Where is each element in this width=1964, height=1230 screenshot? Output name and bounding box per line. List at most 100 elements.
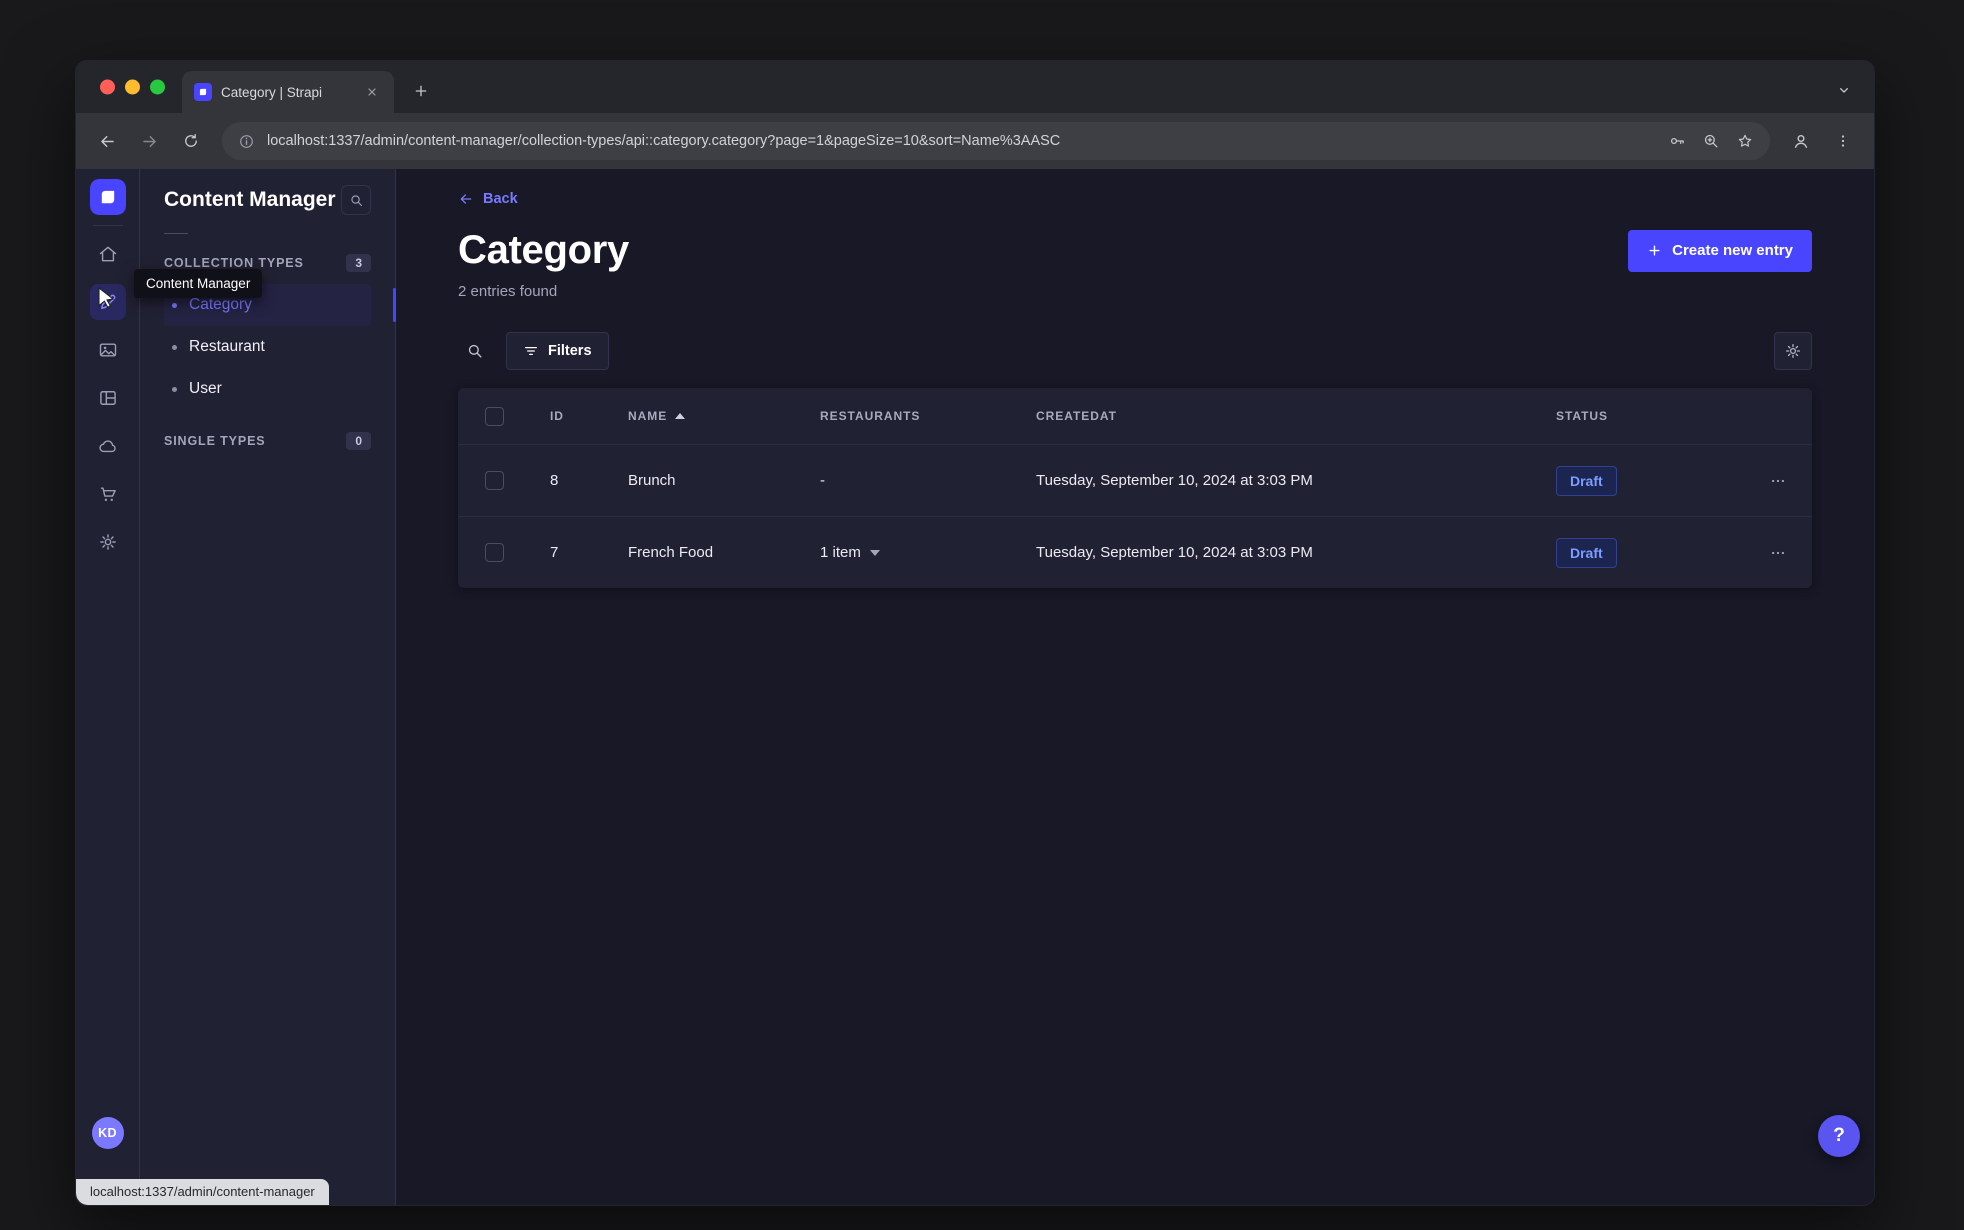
help-button[interactable]: ? [1818,1115,1860,1157]
sort-ascending-icon [675,413,686,419]
strapi-admin-app: KD Content Manager COLLECTION TYPES 3 Ca… [76,169,1874,1205]
relation-expand-button[interactable]: 1 item [820,544,880,561]
select-all-checkbox[interactable] [484,406,504,426]
column-header-createdat: CREATEDAT [1036,409,1117,423]
filter-icon [525,347,537,355]
fullscreen-window-button[interactable] [150,79,165,95]
nav-media-library-icon[interactable] [90,332,126,368]
new-tab-button[interactable] [406,76,436,106]
active-indicator [393,288,396,322]
tab-search-button[interactable] [1830,76,1858,104]
cell-createdat: Tuesday, September 10, 2024 at 3:03 PM [1036,472,1313,489]
view-settings-button[interactable] [1774,332,1812,370]
single-types-section: SINGLE TYPES 0 [164,432,371,450]
sidebar-item-label: Category [189,296,252,313]
sidebar-divider [164,233,188,234]
strapi-favicon-icon [194,83,212,101]
arrow-left-icon [460,194,472,204]
sidebar-item-restaurant[interactable]: Restaurant [164,326,371,368]
profile-button[interactable] [1782,122,1820,160]
url-bar[interactable]: localhost:1337/admin/content-manager/col… [222,122,1770,160]
column-header-status: STATUS [1556,409,1608,423]
minimize-window-button[interactable] [125,79,140,95]
content-manager-sidebar: Content Manager COLLECTION TYPES 3 Categ… [140,169,396,1205]
window-controls [100,79,165,95]
column-header-id[interactable]: ID [530,409,608,423]
status-badge: Draft [1556,465,1617,496]
bullet-icon [172,344,177,350]
bullet-icon [172,302,177,308]
nav-deploy-cloud-icon[interactable] [90,428,126,464]
nav-marketplace-icon[interactable] [90,476,126,512]
row-checkbox[interactable] [484,471,504,490]
bookmark-star-icon[interactable] [1736,132,1754,150]
gear-icon [1785,343,1801,359]
tab-strip: Category | Strapi [76,61,1874,113]
zoom-icon[interactable] [1702,132,1720,150]
reload-button[interactable] [172,122,210,160]
list-view: Back Category Create new entry 2 entries… [396,169,1874,1205]
cell-id: 7 [550,544,559,561]
collection-types-list: Category Restaurant User [164,284,396,410]
mouse-cursor [98,286,115,309]
browser-window: Category | Strapi localhost:1337/admin/c… [75,60,1875,1206]
strapi-logo[interactable] [89,179,126,215]
collection-types-label: COLLECTION TYPES [164,256,304,270]
row-checkbox[interactable] [484,543,504,562]
cell-name: Brunch [628,472,676,489]
link-status-bubble: localhost:1337/admin/content-manager [76,1179,329,1205]
page-info-icon[interactable] [238,133,255,150]
entries-table: ID NAME RESTAURANTS CREATEDAT STATUS 8 B… [458,388,1812,588]
column-header-restaurants: RESTAURANTS [820,409,921,423]
single-types-count-badge: 0 [346,432,371,450]
page-title: Category [458,228,629,272]
back-button[interactable] [88,122,126,160]
sidebar-search-button[interactable] [341,185,371,215]
filters-button[interactable]: Filters [506,332,609,370]
table-row[interactable]: 8 Brunch - Tuesday, September 10, 2024 a… [458,444,1812,516]
search-button[interactable] [458,334,492,368]
cell-restaurants: - [820,472,825,489]
collection-types-count-badge: 3 [346,254,371,272]
tab-close-icon[interactable] [362,82,382,102]
omnibox-actions [1668,132,1754,150]
row-actions-menu-button[interactable] [1761,464,1795,498]
ellipsis-icon [1772,479,1784,482]
create-new-entry-button[interactable]: Create new entry [1628,229,1812,272]
chevron-down-icon [869,549,880,556]
bullet-icon [172,386,177,392]
browser-toolbar: localhost:1337/admin/content-manager/col… [76,113,1874,169]
browser-tab[interactable]: Category | Strapi [182,71,394,113]
url-text: localhost:1337/admin/content-manager/col… [267,133,1061,149]
status-badge: Draft [1556,537,1617,568]
cell-id: 8 [550,472,559,489]
sidebar-item-label: Restaurant [189,338,265,355]
primary-nav-rail: KD [76,169,140,1205]
forward-button[interactable] [130,122,168,160]
nav-tooltip: Content Manager [134,269,263,298]
rail-divider [92,225,123,226]
plus-icon [1649,245,1660,256]
sidebar-title: Content Manager [164,188,336,211]
table-row[interactable]: 7 French Food 1 item Tuesday, September … [458,516,1812,588]
back-link[interactable]: Back [458,191,518,207]
user-avatar[interactable]: KD [91,1117,124,1149]
row-actions-menu-button[interactable] [1761,536,1795,570]
entries-count: 2 entries found [458,283,558,300]
tab-title: Category | Strapi [221,84,323,100]
cell-createdat: Tuesday, September 10, 2024 at 3:03 PM [1036,544,1313,561]
nav-settings-icon[interactable] [90,524,126,560]
password-key-icon[interactable] [1668,132,1686,150]
ellipsis-icon [1772,551,1784,554]
table-header-row: ID NAME RESTAURANTS CREATEDAT STATUS [458,388,1812,444]
browser-menu-button[interactable] [1824,122,1862,160]
nav-home-icon[interactable] [90,236,126,272]
single-types-label: SINGLE TYPES [164,434,266,448]
nav-content-type-builder-icon[interactable] [90,380,126,416]
cell-name: French Food [628,544,714,561]
column-header-name[interactable]: NAME [608,409,800,423]
sidebar-item-user[interactable]: User [164,368,371,410]
close-window-button[interactable] [100,79,115,95]
sidebar-item-label: User [189,380,222,397]
list-toolbar: Filters [458,332,1812,370]
